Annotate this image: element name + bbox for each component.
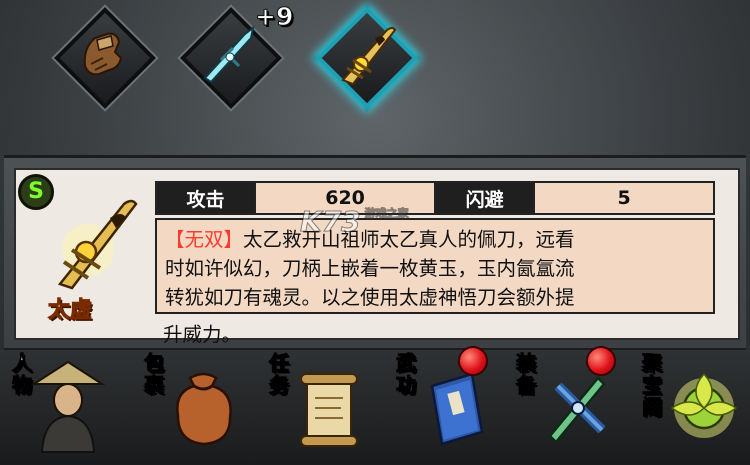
- bag-icon: [176, 372, 232, 446]
- item-stats-table: 攻击 620 闪避 5: [155, 181, 715, 215]
- book-icon: [430, 372, 484, 446]
- upgrade-level-label: +9: [254, 2, 294, 32]
- watermark-text: K73: [300, 205, 362, 239]
- item-blade-icon: [57, 199, 138, 290]
- nav-quest[interactable]: 任务: [265, 352, 385, 462]
- description-line-2: 时如许似幻，刀柄上嵌着一枚黄玉，玉内氤氲流: [165, 257, 575, 280]
- scroll-icon: [300, 373, 358, 447]
- nav-martial-arts[interactable]: 武功: [392, 346, 512, 462]
- item-description: 【无双】太乙救开山祖师太乙真人的佩刀，远看时如许似幻，刀柄上嵌着一枚黄玉，玉内氤…: [165, 225, 713, 312]
- description-line-3: 转犹如刀有魂灵。以之使用太虚神悟刀会额外提: [165, 286, 575, 309]
- watermark-logo: K73 游戏之家: [300, 205, 410, 239]
- stat-dodge-value: 5: [533, 181, 715, 215]
- stat-dodge-label: 闪避: [434, 181, 536, 215]
- description-overflow-line: 升威力。: [163, 323, 242, 346]
- stat-attack-label: 攻击: [155, 181, 256, 215]
- equip-slot-gloves[interactable]: [54, 7, 156, 109]
- nav-character[interactable]: 人物: [8, 352, 128, 462]
- treasure-icon: [670, 372, 738, 438]
- equip-slot-blade-selected[interactable]: [316, 7, 418, 109]
- nav-treasure-pavilion[interactable]: 聚宝阁: [638, 352, 750, 462]
- item-tag: 【无双】: [165, 228, 244, 251]
- nav-equipment[interactable]: 装备: [512, 346, 632, 462]
- nav-equipment-notification-badge: [586, 346, 616, 376]
- nav-martial-arts-notification-badge: [458, 346, 488, 376]
- golden-blade-icon: [341, 27, 397, 86]
- watermark-subtext: 游戏之家: [364, 207, 409, 221]
- item-name: 太虚: [47, 298, 93, 324]
- gloves-icon: [83, 32, 123, 76]
- item-description-box: 【无双】太乙救开山祖师太乙真人的佩刀，远看时如许似幻，刀柄上嵌着一枚黄玉，玉内氤…: [155, 218, 715, 314]
- description-line-1: 太乙救开山祖师太乙真人的佩刀，远看: [243, 228, 575, 251]
- character-icon: [30, 360, 106, 453]
- nav-bag[interactable]: 包裹: [140, 352, 260, 462]
